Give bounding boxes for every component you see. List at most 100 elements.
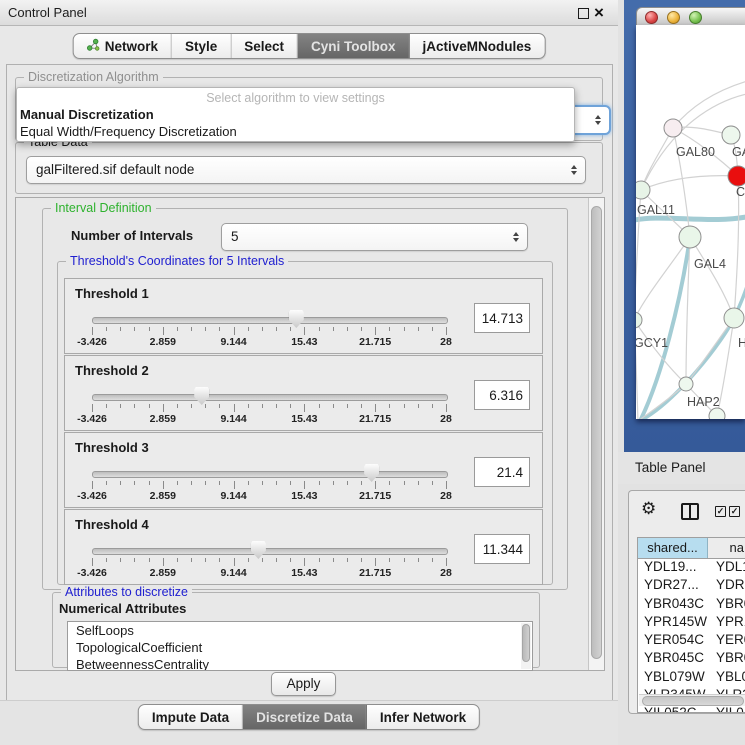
interval-definition-group: Interval Definition Number of Intervals … bbox=[42, 208, 568, 590]
network-edge[interactable] bbox=[673, 80, 745, 128]
attribute-item[interactable]: SelfLoops bbox=[68, 622, 532, 639]
close-traffic-light-icon[interactable] bbox=[645, 11, 658, 24]
network-node[interactable] bbox=[679, 226, 701, 248]
cell-name[interactable]: YDL1 bbox=[708, 558, 745, 576]
table-row[interactable]: YBR043CYBR0 bbox=[638, 595, 745, 613]
dropdown-option-manual[interactable]: Manual Discretization bbox=[20, 107, 154, 122]
slider-tick-labels: -3.4262.8599.14415.4321.71528 bbox=[92, 490, 446, 502]
column-header-shared-name[interactable]: shared... bbox=[638, 538, 708, 558]
table-row[interactable]: YBL079WYBL0 bbox=[638, 668, 745, 686]
threshold-slider-thumb[interactable] bbox=[364, 464, 379, 482]
cell-name[interactable]: YBL0 bbox=[708, 668, 745, 686]
tab-cyni-toolbox[interactable]: Cyni Toolbox bbox=[298, 34, 410, 58]
settings-scrollbar[interactable] bbox=[588, 198, 604, 670]
dropdown-option-equal-width[interactable]: Equal Width/Frequency Discretization bbox=[20, 124, 237, 139]
network-node[interactable] bbox=[636, 312, 642, 328]
table-header-row: shared... na bbox=[638, 538, 745, 559]
network-node[interactable] bbox=[636, 181, 650, 199]
tab-network[interactable]: Network bbox=[74, 34, 172, 58]
tab-jactivemnodules[interactable]: jActiveMNodules bbox=[410, 34, 545, 58]
numerical-attributes-list[interactable]: SelfLoopsTopologicalCoefficientBetweenne… bbox=[67, 621, 533, 671]
cell-name[interactable]: YPR1 bbox=[708, 613, 745, 631]
zoom-traffic-light-icon[interactable] bbox=[689, 11, 702, 24]
cell-name[interactable]: YBR0 bbox=[708, 595, 745, 613]
cell-shared-name[interactable]: YBR043C bbox=[638, 595, 708, 613]
threshold-slider-track[interactable] bbox=[92, 471, 448, 478]
slider-ticks bbox=[92, 481, 446, 490]
close-icon[interactable]: × bbox=[594, 1, 604, 25]
column-header-name[interactable]: na bbox=[708, 538, 745, 558]
thresholds-group-title: Threshold's Coordinates for 5 Intervals bbox=[66, 254, 288, 268]
cell-name[interactable]: YBR0 bbox=[708, 649, 745, 667]
network-node[interactable] bbox=[724, 308, 744, 328]
apply-button[interactable]: Apply bbox=[271, 672, 336, 696]
checkbox-icon[interactable] bbox=[729, 506, 740, 517]
threshold-value-field[interactable]: 21.4 bbox=[474, 457, 530, 487]
table-row[interactable]: YBR045CYBR0 bbox=[638, 649, 745, 667]
tab-select[interactable]: Select bbox=[231, 34, 298, 58]
slider-tick-labels: -3.4262.8599.14415.4321.71528 bbox=[92, 567, 446, 579]
interval-definition-title: Interval Definition bbox=[51, 201, 156, 215]
network-node[interactable] bbox=[664, 119, 682, 137]
bottom-tab-impute-data[interactable]: Impute Data bbox=[139, 705, 243, 729]
network-edge[interactable] bbox=[639, 237, 690, 419]
gear-icon[interactable]: ⚙ bbox=[641, 499, 656, 519]
list-scrollbar[interactable] bbox=[521, 623, 531, 669]
checkbox-icon[interactable] bbox=[715, 506, 726, 517]
algorithm-group-title: Discretization Algorithm bbox=[24, 70, 163, 84]
bottom-tab-discretize-data[interactable]: Discretize Data bbox=[243, 705, 367, 729]
attribute-item[interactable]: BetweennessCentrality bbox=[68, 656, 532, 671]
cell-shared-name[interactable]: YER054C bbox=[638, 631, 708, 649]
cell-shared-name[interactable]: YBR045C bbox=[638, 649, 708, 667]
network-node[interactable] bbox=[709, 408, 725, 419]
threshold-slider-thumb[interactable] bbox=[251, 541, 266, 559]
network-edge[interactable] bbox=[636, 320, 686, 384]
network-edge[interactable] bbox=[636, 320, 638, 419]
network-edge[interactable] bbox=[690, 237, 734, 318]
bottom-tab-infer-network[interactable]: Infer Network bbox=[367, 705, 479, 729]
num-intervals-value: 5 bbox=[231, 229, 239, 244]
split-columns-icon[interactable] bbox=[681, 503, 699, 520]
network-canvas[interactable]: GAL80GACGAL11GAL4GCY1HHAP2 bbox=[636, 25, 745, 419]
threshold-slider-thumb[interactable] bbox=[289, 310, 304, 328]
algorithm-settings-panel: Interval Definition Number of Intervals … bbox=[15, 197, 605, 671]
tab-label: Style bbox=[185, 39, 217, 54]
slider-ticks bbox=[92, 558, 446, 567]
threshold-value-field[interactable]: 14.713 bbox=[474, 303, 530, 333]
attribute-item[interactable]: TopologicalCoefficient bbox=[68, 639, 532, 656]
threshold-panel-3: Threshold 3-3.4262.8599.14415.4321.71528… bbox=[64, 432, 543, 508]
bottom-tab-label: Discretize Data bbox=[256, 710, 353, 725]
threshold-value-field[interactable]: 6.316 bbox=[474, 380, 530, 410]
cell-name[interactable]: YDR2 bbox=[708, 576, 745, 594]
minimize-traffic-light-icon[interactable] bbox=[667, 11, 680, 24]
cell-name[interactable]: YER0 bbox=[708, 631, 745, 649]
table-row[interactable]: YPR145WYPR1 bbox=[638, 613, 745, 631]
slider-tick-labels: -3.4262.8599.14415.4321.71528 bbox=[92, 336, 446, 348]
network-edge[interactable] bbox=[686, 318, 734, 384]
threshold-slider-thumb[interactable] bbox=[194, 387, 209, 405]
num-intervals-combobox[interactable]: 5 bbox=[221, 223, 528, 251]
cell-shared-name[interactable]: YDR27... bbox=[638, 576, 708, 594]
table-row[interactable]: YDL19...YDL1 bbox=[638, 558, 745, 576]
table-row[interactable]: YDR27...YDR2 bbox=[638, 576, 745, 594]
threshold-slider-track[interactable] bbox=[92, 317, 448, 324]
cell-shared-name[interactable]: YDL19... bbox=[638, 558, 708, 576]
table-h-scrollbar[interactable] bbox=[639, 694, 745, 706]
network-node[interactable] bbox=[679, 377, 693, 391]
threshold-value-field[interactable]: 11.344 bbox=[474, 534, 530, 564]
cell-shared-name[interactable]: YPR145W bbox=[638, 613, 708, 631]
network-edge[interactable] bbox=[641, 176, 738, 190]
threshold-slider-track[interactable] bbox=[92, 548, 448, 555]
cell-shared-name[interactable]: YBL079W bbox=[638, 668, 708, 686]
float-panel-icon[interactable] bbox=[578, 8, 589, 19]
tab-style[interactable]: Style bbox=[172, 34, 231, 58]
node-table: shared... na YDL19...YDL1YDR27...YDR2YBR… bbox=[637, 537, 745, 713]
table-row[interactable]: YER054CYER0 bbox=[638, 631, 745, 649]
table-data-combobox[interactable]: galFiltered.sif default node bbox=[26, 156, 586, 184]
network-node[interactable] bbox=[728, 166, 745, 186]
node-label: GAL11 bbox=[637, 203, 675, 217]
threshold-slider-track[interactable] bbox=[92, 394, 448, 401]
threshold-label: Threshold 2 bbox=[75, 363, 149, 378]
settings-body: Discretization Algorithm Select algorith… bbox=[6, 64, 613, 703]
network-node[interactable] bbox=[722, 126, 740, 144]
